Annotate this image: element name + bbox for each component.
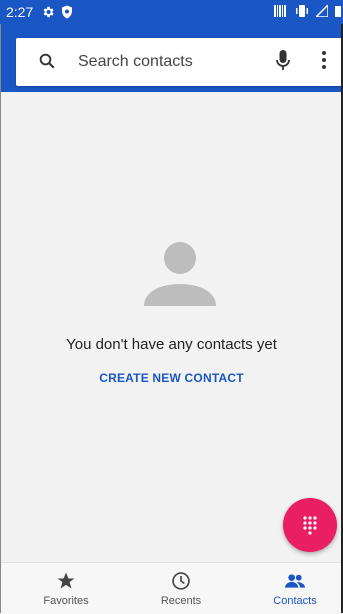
barcode-icon [274, 4, 288, 20]
nav-item-recents[interactable]: Recents [124, 563, 238, 614]
signal-icon [314, 3, 329, 20]
nav-item-label: Contacts [273, 595, 317, 607]
search-input[interactable]: Search contacts [78, 53, 193, 71]
create-new-contact-button[interactable]: CREATE NEW CONTACT [0, 371, 343, 385]
shield-icon [61, 5, 73, 19]
more-options-icon[interactable] [322, 51, 326, 74]
nav-item-label: Recents [160, 595, 202, 607]
dialpad-icon [303, 516, 317, 535]
star-icon [57, 572, 75, 589]
empty-contact-avatar-icon [144, 242, 216, 306]
microphone-icon[interactable] [276, 50, 290, 77]
search-icon[interactable] [38, 52, 56, 75]
left-edge-divider [0, 24, 1, 613]
battery-icon [335, 4, 341, 20]
settings-gear-icon [41, 5, 55, 19]
status-time: 2:27 [6, 4, 34, 20]
nav-item-contacts[interactable]: Contacts [238, 563, 343, 614]
empty-state-message: You don't have any contacts yet [66, 336, 277, 353]
nav-item-favorites[interactable]: Favorites [9, 563, 123, 614]
people-icon [285, 574, 305, 588]
bottom-navigation: Favorites Recents Contacts [0, 562, 343, 614]
search-bar[interactable]: Search contacts [16, 38, 342, 86]
status-bar: 2:27 [0, 0, 343, 24]
contacts-list: You don't have any contacts yet CREATE N… [0, 92, 343, 562]
nav-item-label: Favorites [43, 595, 89, 607]
vibrate-icon [295, 4, 309, 20]
dialpad-button[interactable] [283, 498, 337, 552]
clock-icon [172, 572, 190, 590]
